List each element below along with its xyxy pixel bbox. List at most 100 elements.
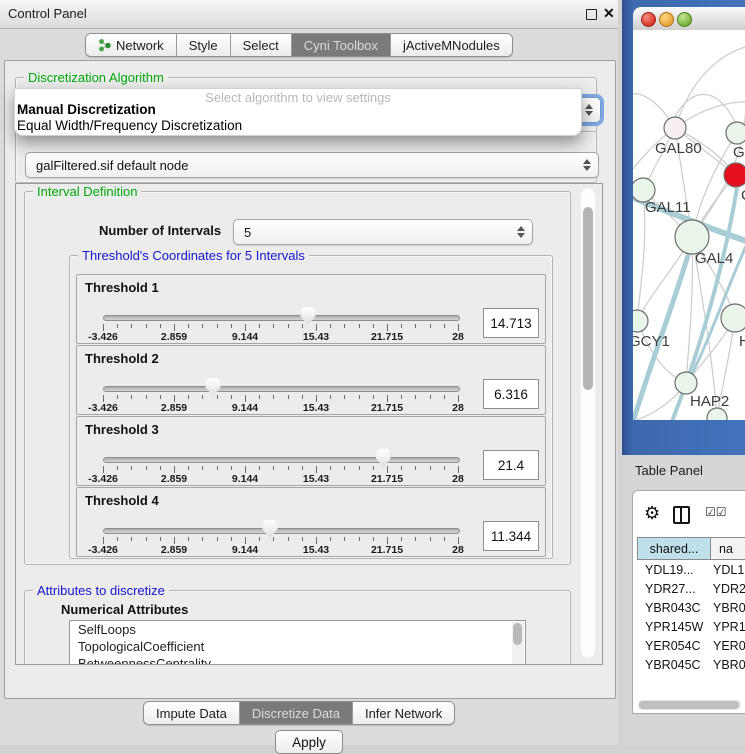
tab-network[interactable]: Network [86,34,177,56]
node-label: H [739,333,745,350]
algorithm-dropdown-popup: Select algorithm to view settings Manual… [14,88,582,136]
combo-stepper-icon [585,104,593,116]
list-scrollbar[interactable] [512,622,524,665]
table-row[interactable]: YBL079WYBL0 [637,674,745,677]
cell-name[interactable]: YDL1 [710,563,745,577]
table-data-combobox[interactable]: galFiltered.sif default node [25,152,599,178]
slider-thumb[interactable] [300,307,315,325]
cell-name[interactable]: YBR0 [710,601,745,615]
select-columns-checkboxes-icon[interactable]: ☑☑ [705,505,727,519]
slider-track[interactable] [103,386,460,392]
table-row[interactable]: YDR27...YDR2 [637,579,745,598]
tab-infer-network[interactable]: Infer Network [353,702,454,724]
table-row[interactable]: YDL19...YDL1 [637,560,745,579]
cell-name[interactable]: YBR0 [710,658,745,672]
slider-track[interactable] [103,457,460,463]
numerical-attributes-label: Numerical Attributes [61,602,188,617]
table-panel-card: ⚙ ☑☑ shared... na YDL19...YDL1YDR27...YD… [632,490,745,714]
tab-select[interactable]: Select [231,34,292,56]
table-row[interactable]: YPR145WYPR1 [637,617,745,636]
tab-discretize-data[interactable]: Discretize Data [240,702,353,724]
slider-thumb[interactable] [376,449,391,467]
column-header-shared-name[interactable]: shared... [637,538,711,559]
tab-impute-data[interactable]: Impute Data [144,702,240,724]
node-label: GAL11 [645,199,691,216]
node-label: GCY1 [633,333,670,350]
table-row[interactable]: YER054CYER0 [637,636,745,655]
slider-thumb[interactable] [262,520,277,538]
slider-track[interactable] [103,528,460,534]
table-rows: YDL19...YDL1YDR27...YDR2YBR043CYBR0YPR14… [637,560,745,677]
cell-name[interactable]: YDR2 [710,582,745,596]
network-node-node-right[interactable] [721,304,745,332]
cell-shared-name[interactable]: YDL19... [637,563,710,577]
node-label: GAL80 [655,140,702,157]
node-label: C [741,187,745,204]
network-node-node-red[interactable] [724,163,745,187]
thresholds-group: Threshold's Coordinates for 5 Intervals … [69,255,553,559]
scrollbar-thumb[interactable] [583,207,593,390]
cell-shared-name[interactable]: YBR045C [637,658,710,672]
cell-name[interactable]: YPR1 [710,620,745,634]
settings-scrollbar[interactable] [580,187,596,659]
cell-shared-name[interactable]: YPR145W [637,620,710,634]
node-label: GAL4 [695,250,733,267]
table-data-value: galFiltered.sif default node [36,158,188,173]
threshold-value-field[interactable]: 6.316 [483,379,539,409]
column-split-icon[interactable] [673,506,690,524]
network-canvas[interactable]: GAL80G.CGAL11GAL4GCY1HHAP2 [633,30,745,420]
apply-button[interactable]: Apply [275,730,343,754]
table-row[interactable]: YBR043CYBR0 [637,598,745,617]
slider-thumb[interactable] [206,378,221,396]
network-node-gal80[interactable] [664,117,686,139]
cell-name[interactable]: YER0 [710,639,745,653]
close-icon[interactable]: ✕ [603,5,615,22]
slider-track[interactable] [103,315,460,321]
zoom-traffic-light-icon[interactable] [677,12,692,27]
network-window-titlebar[interactable] [633,7,745,31]
cell-shared-name[interactable]: YER054C [637,639,710,653]
tab-jactivemnodules[interactable]: jActiveMNodules [391,34,512,56]
control-panel-titlebar[interactable]: Control Panel ✕ [0,0,618,29]
tab-cyni-toolbox[interactable]: Cyni Toolbox [292,34,391,56]
network-node-hap2[interactable] [675,372,697,394]
combo-stepper-icon [517,226,525,238]
cell-shared-name[interactable]: YDR27... [637,582,710,596]
settings-scroll-area: Interval Definition Number of Intervals … [15,183,603,665]
threshold-value-field[interactable]: 21.4 [483,450,539,480]
table-header-row: shared... na [637,537,745,560]
network-node-gcy1[interactable] [633,310,648,332]
node-attribute-table: shared... na YDL19...YDL1YDR27...YDR2YBR… [637,537,745,677]
tab-label: Network [116,38,164,53]
settings-gear-icon[interactable]: ⚙ [644,504,660,522]
network-node-node-top-right[interactable] [726,122,745,144]
minimize-traffic-light-icon[interactable] [659,12,674,27]
dropdown-item-manual-discretization[interactable]: Manual Discretization [17,102,156,117]
control-panel-tabbar: Network Style Select Cyni Toolbox jActiv… [85,33,513,57]
cell-shared-name[interactable]: YBL079W [637,677,710,678]
table-panel: Table Panel ⚙ ☑☑ shared... na YDL19...YD… [622,455,745,745]
close-traffic-light-icon[interactable] [641,12,656,27]
tab-style[interactable]: Style [177,34,231,56]
table-horizontal-scrollbar[interactable] [638,700,741,710]
table-row[interactable]: YBR045CYBR0 [637,655,745,674]
threshold-value-field[interactable]: 11.344 [483,521,539,551]
attribute-list-item[interactable]: SelfLoops [70,621,525,638]
cell-name[interactable]: YBL0 [710,677,745,678]
dropdown-item-equal-width[interactable]: Equal Width/Frequency Discretization [17,118,242,133]
column-header-name[interactable]: na [711,538,745,559]
num-intervals-combobox[interactable]: 5 [233,219,533,245]
threshold-value-field[interactable]: 14.713 [483,308,539,338]
attribute-list-item[interactable]: TopologicalCoefficient [70,638,525,655]
scrollbar-thumb[interactable] [639,701,739,709]
cell-shared-name[interactable]: YBR043C [637,601,710,615]
numerical-attributes-list[interactable]: SelfLoopsTopologicalCoefficientBetweenne… [69,620,526,665]
float-window-icon[interactable] [586,9,597,20]
network-node-gal4[interactable] [675,220,709,254]
attribute-list-item[interactable]: BetweennessCentrality [70,655,525,665]
interval-definition-group: Interval Definition Number of Intervals … [24,191,571,565]
group-label: Interval Definition [33,184,141,199]
node-label: HAP2 [690,393,729,410]
threshold-name: Threshold 3 [85,422,159,437]
window-title: Control Panel [8,6,87,21]
